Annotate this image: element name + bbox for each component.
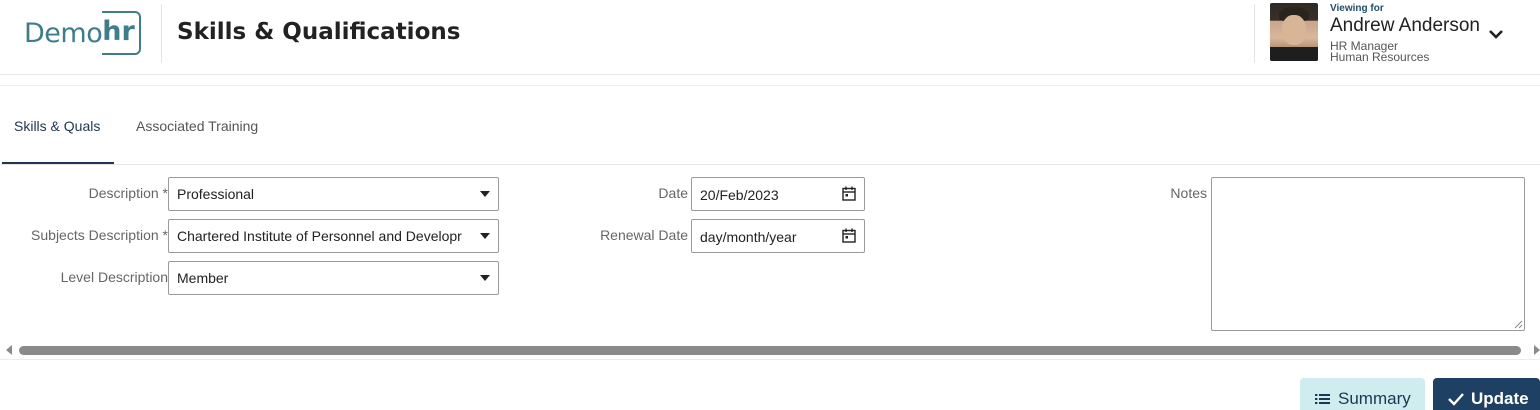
subjects-description-label-text: Subjects Description xyxy=(31,227,159,243)
notes-label: Notes xyxy=(1170,185,1207,201)
logo-text-hr: hr xyxy=(102,11,141,55)
tab-associated-training[interactable]: Associated Training xyxy=(136,118,258,134)
calendar-icon[interactable] xyxy=(842,228,856,243)
check-icon xyxy=(1448,393,1464,406)
scroll-right-arrow-icon[interactable] xyxy=(1534,345,1540,355)
viewing-for-label: Viewing for xyxy=(1330,3,1384,14)
notes-textarea[interactable] xyxy=(1211,177,1525,331)
summary-button[interactable]: Summary xyxy=(1300,378,1425,410)
scroll-left-arrow-icon[interactable] xyxy=(6,345,12,355)
date-input[interactable]: 20/Feb/2023 xyxy=(691,177,865,211)
renewal-date-input[interactable]: day/month/year xyxy=(691,219,865,253)
avatar[interactable] xyxy=(1270,3,1318,61)
renewal-date-placeholder: day/month/year xyxy=(700,229,797,245)
description-select[interactable]: Professional xyxy=(168,177,499,211)
dropdown-arrow-icon xyxy=(480,275,490,281)
page-title: Skills & Qualifications xyxy=(177,19,461,45)
resize-handle-icon[interactable] xyxy=(1514,320,1523,329)
level-description-value: Member xyxy=(177,270,229,286)
subjects-description-label: Subjects Description * xyxy=(31,227,168,243)
summary-button-label: Summary xyxy=(1338,389,1411,408)
date-label: Date xyxy=(658,185,688,201)
user-department: Human Resources xyxy=(1330,50,1430,64)
subjects-description-value: Chartered Institute of Personnel and Dev… xyxy=(177,228,462,244)
level-description-select[interactable]: Member xyxy=(168,261,499,295)
description-value: Professional xyxy=(177,186,255,202)
demohr-logo[interactable]: Demo hr xyxy=(24,10,141,56)
update-button-label: Update xyxy=(1471,389,1529,408)
avatar-face xyxy=(1282,15,1306,45)
chevron-down-icon[interactable] xyxy=(1488,27,1504,41)
tabs-divider xyxy=(0,164,1540,165)
subjects-description-select[interactable]: Chartered Institute of Personnel and Dev… xyxy=(168,219,499,253)
horizontal-scrollbar-thumb[interactable] xyxy=(19,346,1521,355)
level-description-label: Level Description xyxy=(60,269,168,285)
dropdown-arrow-icon xyxy=(480,191,490,197)
header-divider xyxy=(161,4,162,62)
list-icon xyxy=(1315,394,1330,404)
calendar-icon[interactable] xyxy=(842,186,856,201)
avatar-shirt xyxy=(1270,47,1318,61)
description-label-text: Description xyxy=(88,185,159,201)
update-button[interactable]: Update xyxy=(1433,378,1540,410)
description-label: Description * xyxy=(89,185,168,201)
logo-text-demo: Demo xyxy=(24,17,103,49)
divider xyxy=(0,85,1540,86)
tab-skills-quals[interactable]: Skills & Quals xyxy=(14,118,100,134)
date-value: 20/Feb/2023 xyxy=(700,187,779,203)
user-name[interactable]: Andrew Anderson xyxy=(1330,15,1480,37)
dropdown-arrow-icon xyxy=(480,233,490,239)
renewal-date-label: Renewal Date xyxy=(600,227,688,243)
app-header: Demo hr Skills & Qualifications Viewing f… xyxy=(0,0,1540,75)
divider xyxy=(0,359,1540,360)
header-divider xyxy=(1254,4,1255,62)
